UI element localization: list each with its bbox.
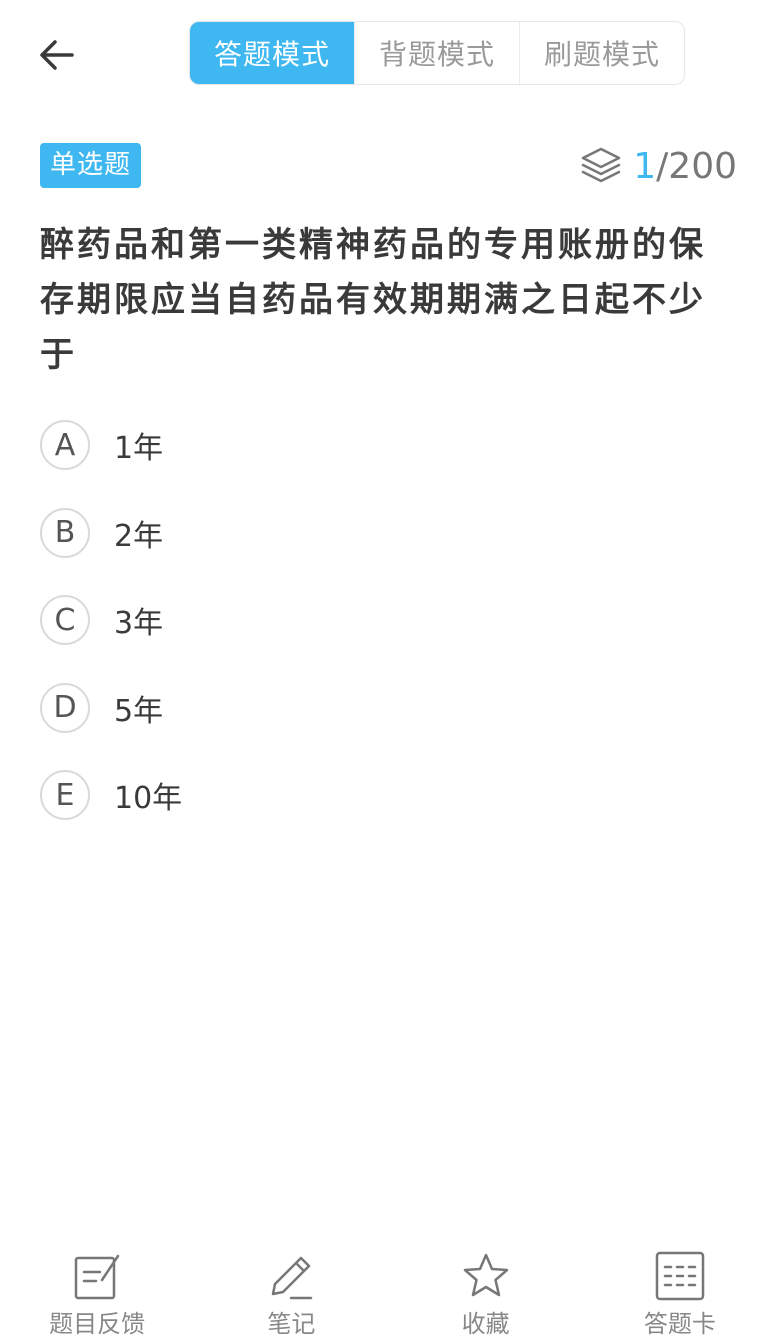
option-d[interactable]: D 5年	[40, 681, 740, 735]
tab-practice-mode[interactable]: 刷题模式	[519, 22, 684, 84]
option-letter: B	[40, 507, 90, 558]
option-text: 3年	[114, 606, 164, 641]
layers-icon	[579, 144, 623, 188]
option-e[interactable]: E 10年	[40, 768, 740, 822]
option-letter: D	[40, 682, 90, 733]
option-a[interactable]: A 1年	[40, 418, 740, 472]
bottom-toolbar: 题目反馈 笔记 收藏 答题卡	[0, 1250, 777, 1338]
notes-button[interactable]: 笔记	[194, 1250, 388, 1338]
arrow-left-icon	[40, 40, 74, 70]
option-letter: E	[40, 770, 90, 820]
mode-tabs: 答题模式 背题模式 刷题模式	[189, 21, 685, 85]
favorite-label: 收藏	[461, 1310, 510, 1338]
tab-answer-mode[interactable]: 答题模式	[190, 22, 354, 84]
feedback-edit-icon	[72, 1250, 122, 1302]
option-text: 1年	[114, 431, 164, 466]
question-text: 醉药品和第一类精神药品的专用账册的保存期限应当自药品有效期期满之日起不少于	[40, 225, 706, 375]
progress-total: /200	[656, 145, 737, 187]
option-c[interactable]: C 3年	[40, 593, 740, 647]
pencil-icon	[265, 1250, 317, 1302]
feedback-label: 题目反馈	[49, 1310, 146, 1338]
back-button[interactable]	[34, 32, 80, 78]
options-list: A 1年 B 2年 C 3年 D 5年 E 10年	[40, 418, 740, 856]
option-text: 10年	[114, 781, 183, 816]
progress-current: 1	[633, 145, 657, 187]
notes-label: 笔记	[267, 1310, 316, 1338]
feedback-button[interactable]: 题目反馈	[0, 1250, 194, 1338]
answer-card-label: 答题卡	[643, 1310, 716, 1338]
option-letter: A	[40, 420, 90, 470]
option-b[interactable]: B 2年	[40, 506, 740, 560]
answer-card-button[interactable]: 答题卡	[583, 1250, 777, 1338]
option-text: 2年	[114, 518, 164, 554]
option-text: 5年	[114, 693, 164, 729]
favorite-button[interactable]: 收藏	[389, 1250, 583, 1338]
option-letter: C	[40, 595, 90, 645]
tab-recite-mode[interactable]: 背题模式	[354, 22, 519, 84]
answer-card-icon	[654, 1250, 706, 1302]
question-progress: 1 /200	[579, 140, 737, 192]
star-icon	[460, 1250, 512, 1302]
question-type-badge: 单选题	[40, 143, 142, 188]
